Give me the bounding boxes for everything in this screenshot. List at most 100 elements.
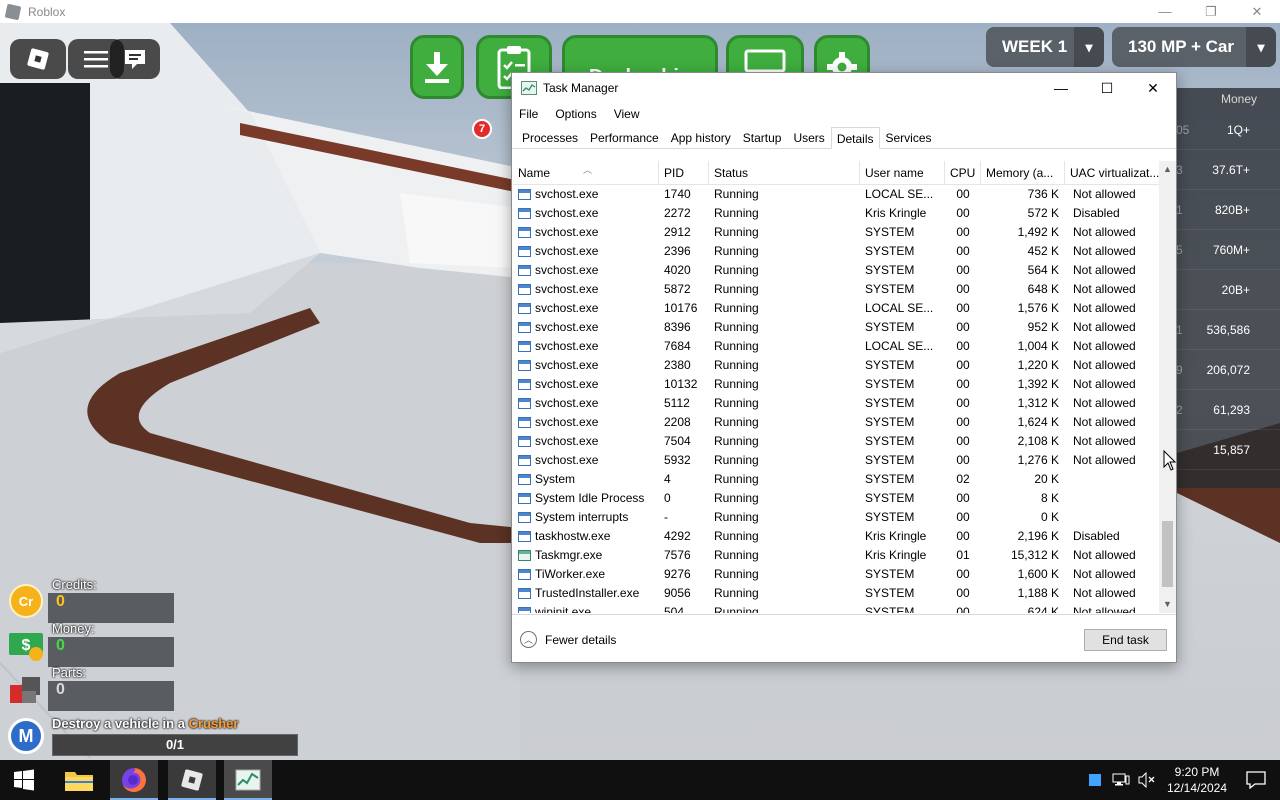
cell-pid: -: [664, 510, 668, 524]
cell-user-name: Kris Kringle: [865, 548, 927, 562]
roblox-app-icon: [4, 3, 22, 20]
notification-square-icon[interactable]: [1088, 773, 1102, 787]
table-row[interactable]: svchost.exe 7684 Running LOCAL SE... 00 1,004…: [513, 337, 1159, 356]
close-button[interactable]: ✕: [1130, 73, 1176, 103]
cell-cpu: 00: [956, 529, 970, 543]
column-user-name[interactable]: User name: [860, 161, 945, 185]
network-icon[interactable]: [1112, 773, 1130, 787]
taskbar: 9:20 PM 12/14/2024: [0, 760, 1280, 800]
tab-processes[interactable]: Processes: [516, 126, 584, 148]
goal-selector[interactable]: 130 MP + Car ▾: [1112, 27, 1276, 67]
column-status[interactable]: Status: [709, 161, 860, 185]
restore-button[interactable]: ❐: [1188, 0, 1234, 23]
start-button[interactable]: [0, 760, 48, 800]
leaderboard-row: 15,857: [1170, 430, 1280, 470]
tab-users[interactable]: Users: [787, 126, 830, 148]
table-row[interactable]: svchost.exe 4020 Running SYSTEM 00 564 K Not a…: [513, 261, 1159, 280]
week-selector[interactable]: WEEK 1 ▾: [986, 27, 1104, 67]
table-row[interactable]: svchost.exe 5112 Running SYSTEM 00 1,312 K Not…: [513, 394, 1159, 413]
download-button[interactable]: [410, 35, 464, 99]
cell-user-name: SYSTEM: [865, 586, 915, 600]
clock[interactable]: 9:20 PM 12/14/2024: [1162, 764, 1232, 796]
minimize-button[interactable]: —: [1038, 73, 1084, 103]
scroll-thumb[interactable]: [1162, 521, 1173, 587]
table-row[interactable]: TrustedInstaller.exe 9056 Running SYSTEM 00 1…: [513, 584, 1159, 603]
mouse-cursor-icon: [1163, 450, 1177, 471]
table-row[interactable]: System 4 Running SYSTEM 02 20 K: [513, 470, 1159, 489]
taskbar-roblox[interactable]: [168, 760, 216, 800]
taskbar-task-manager[interactable]: [224, 760, 272, 800]
cell-memory: 648 K: [1027, 282, 1059, 296]
task-manager-title: Task Manager: [543, 81, 619, 95]
maximize-button[interactable]: ☐: [1084, 73, 1130, 103]
cell-pid: 4: [664, 472, 671, 486]
roblox-menu-button[interactable]: [10, 39, 66, 79]
cell-pid: 4020: [664, 263, 691, 277]
table-row[interactable]: wininit.exe 504 Running SYSTEM 00 624 K Not al…: [513, 603, 1159, 613]
close-button[interactable]: ✕: [1234, 0, 1280, 23]
tab-app-history[interactable]: App history: [665, 126, 737, 148]
cell-user-name: SYSTEM: [865, 567, 915, 581]
fewer-details-button[interactable]: ︿ Fewer details: [520, 631, 616, 648]
table-row[interactable]: svchost.exe 1740 Running LOCAL SE... 00 736 K…: [513, 185, 1159, 204]
chevron-down-icon[interactable]: ▾: [1074, 27, 1104, 67]
table-row[interactable]: TiWorker.exe 9276 Running SYSTEM 00 1,600 K No…: [513, 565, 1159, 584]
table-row[interactable]: Taskmgr.exe 7576 Running Kris Kringle 01 15,3…: [513, 546, 1159, 565]
menu-file[interactable]: File: [518, 107, 546, 121]
cell-pid: 7504: [664, 434, 691, 448]
table-row[interactable]: svchost.exe 2272 Running Kris Kringle 00 572 …: [513, 204, 1159, 223]
table-row[interactable]: svchost.exe 10176 Running LOCAL SE... 00 1,57…: [513, 299, 1159, 318]
cell-uac: Not allowed: [1073, 282, 1136, 296]
cell-user-name: SYSTEM: [865, 415, 915, 429]
cell-status: Running: [714, 529, 759, 543]
column-memory[interactable]: Memory (a...: [981, 161, 1065, 185]
tab-startup[interactable]: Startup: [737, 126, 788, 148]
table-row[interactable]: svchost.exe 2396 Running SYSTEM 00 452 K Not a…: [513, 242, 1159, 261]
table-row[interactable]: svchost.exe 8396 Running SYSTEM 00 952 K Not a…: [513, 318, 1159, 337]
taskbar-firefox[interactable]: [110, 760, 158, 800]
cell-cpu: 00: [956, 510, 970, 524]
table-row[interactable]: svchost.exe 2208 Running SYSTEM 00 1,624 K Not…: [513, 413, 1159, 432]
end-task-button[interactable]: End task: [1084, 629, 1167, 651]
task-manager-title-bar[interactable]: Task Manager — ☐ ✕: [512, 73, 1176, 103]
cell-name: taskhostw.exe: [513, 527, 659, 546]
table-row[interactable]: svchost.exe 2380 Running SYSTEM 00 1,220 K Not…: [513, 356, 1159, 375]
tab-details[interactable]: Details: [830, 127, 880, 149]
scroll-up-arrow-icon[interactable]: ▲: [1159, 161, 1176, 178]
column-pid[interactable]: PID: [659, 161, 709, 185]
chat-button[interactable]: [110, 39, 160, 79]
table-row[interactable]: svchost.exe 2912 Running SYSTEM 00 1,492 K Not…: [513, 223, 1159, 242]
process-icon: [518, 322, 531, 333]
menu-view[interactable]: View: [613, 107, 648, 121]
process-icon: [518, 569, 531, 580]
taskbar-file-explorer[interactable]: [55, 760, 103, 800]
windows-logo-icon: [14, 769, 34, 791]
table-row[interactable]: System Idle Process 0 Running SYSTEM 00 8 K: [513, 489, 1159, 508]
table-row[interactable]: taskhostw.exe 4292 Running Kris Kringle 00 2,…: [513, 527, 1159, 546]
action-center-button[interactable]: [1232, 760, 1280, 800]
menu-options[interactable]: Options: [554, 107, 604, 121]
table-row[interactable]: svchost.exe 7504 Running SYSTEM 00 2,108 K Not…: [513, 432, 1159, 451]
vertical-scrollbar[interactable]: ▲ ▼: [1159, 161, 1176, 613]
column-cpu[interactable]: CPU: [945, 161, 981, 185]
scroll-down-arrow-icon[interactable]: ▼: [1159, 596, 1176, 613]
cell-memory: 952 K: [1027, 320, 1059, 334]
table-row[interactable]: svchost.exe 10132 Running SYSTEM 00 1,392 K No…: [513, 375, 1159, 394]
minimize-button[interactable]: —: [1142, 0, 1188, 23]
cell-cpu: 00: [956, 567, 970, 581]
chevron-down-icon[interactable]: ▾: [1246, 27, 1276, 67]
tab-services[interactable]: Services: [880, 126, 938, 148]
cell-uac: Not allowed: [1073, 244, 1136, 258]
column-uac[interactable]: UAC virtualizat...: [1065, 161, 1159, 185]
volume-muted-icon[interactable]: [1138, 772, 1156, 788]
tab-performance[interactable]: Performance: [584, 126, 665, 148]
table-row[interactable]: System interrupts - Running SYSTEM 00 0 K: [513, 508, 1159, 527]
money-label: Money:: [52, 621, 95, 636]
table-row[interactable]: svchost.exe 5932 Running SYSTEM 00 1,276 K Not…: [513, 451, 1159, 470]
column-name[interactable]: Name ︿: [513, 161, 659, 185]
table-row[interactable]: svchost.exe 5872 Running SYSTEM 00 648 K Not a…: [513, 280, 1159, 299]
cell-status: Running: [714, 396, 759, 410]
cell-cpu: 00: [956, 453, 970, 467]
cell-pid: 10132: [664, 377, 698, 391]
cell-status: Running: [714, 510, 759, 524]
